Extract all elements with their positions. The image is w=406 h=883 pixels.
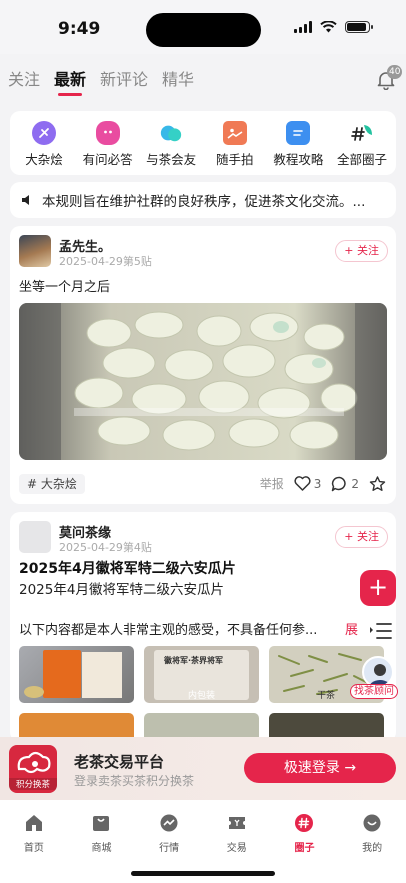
follow-button[interactable]: + 关注 xyxy=(335,240,388,262)
promo-title: 老茶交易平台 xyxy=(74,753,165,771)
thumb-label: 干茶 xyxy=(317,691,336,701)
category-label: 全部圈子 xyxy=(336,152,387,167)
photo-icon xyxy=(222,121,247,145)
tab-following[interactable]: 关注 xyxy=(8,66,40,96)
thumb-inner-pack[interactable]: 徽将军·茶界将军 内包装 xyxy=(144,646,259,703)
category-snapshots[interactable]: 随手拍 xyxy=(204,111,266,175)
nav-shop[interactable]: 商城 xyxy=(71,813,131,883)
category-all-circles[interactable]: 全部圈子 xyxy=(331,111,393,175)
nav-label: 商城 xyxy=(91,843,112,854)
speech-bubbles-icon xyxy=(159,121,183,145)
status-icons xyxy=(294,21,373,33)
category-label: 大杂烩 xyxy=(25,152,63,167)
speaker-icon xyxy=(22,195,29,205)
quick-login-button[interactable]: 极速登录 → xyxy=(244,753,396,783)
document-icon xyxy=(286,121,311,145)
tab-featured[interactable]: 精华 xyxy=(162,66,194,96)
tab-new-comments[interactable]: 新评论 xyxy=(100,66,148,96)
thumb-label: 内包装 xyxy=(188,691,216,701)
comment-count: 2 xyxy=(351,476,359,491)
topic-chip[interactable]: # 大杂烩 xyxy=(19,474,85,494)
post-subtitle: 2025年4月徽将军特二级六安瓜片 xyxy=(19,582,224,598)
tab-latest[interactable]: 最新 xyxy=(54,66,86,96)
profile-icon xyxy=(363,814,381,832)
nav-label: 我的 xyxy=(362,843,383,854)
dynamic-island xyxy=(146,13,261,47)
excerpt-text: 以下内容都是本人非常主观的感受，不具备任何参... xyxy=(19,623,318,638)
favorite-button[interactable] xyxy=(369,475,386,492)
nav-profile[interactable]: 我的 xyxy=(342,813,402,883)
follow-button[interactable]: + 关注 xyxy=(335,526,388,548)
home-indicator xyxy=(131,871,275,876)
cloud-logo-icon xyxy=(17,751,51,774)
post-actions: 举报 3 2 xyxy=(260,475,386,492)
post-card[interactable]: 莫问茶缘 2025-04-29第4贴 + 关注 2025年4月徽将军特二级六安瓜… xyxy=(10,512,396,742)
category-label: 与茶会友 xyxy=(146,152,197,167)
thumb-brand-label: 徽将军·茶界将军 xyxy=(164,656,224,665)
like-count: 3 xyxy=(313,476,322,491)
ticket-icon xyxy=(228,817,245,829)
chat-face-icon xyxy=(95,121,120,145)
rules-notice[interactable]: 本规则旨在维护社群的良好秩序，促进茶文化交流。... xyxy=(10,182,396,218)
post-card[interactable]: 孟先生。 2025-04-29第5贴 + 关注 坐等一个月之后 # 大杂烩 举报… xyxy=(10,226,396,504)
nav-home[interactable]: 首页 xyxy=(4,813,64,883)
promo-subtitle: 登录卖茶买茶积分换茶 xyxy=(74,774,195,788)
post-photo[interactable] xyxy=(19,303,387,460)
category-qa[interactable]: 有问必答 xyxy=(77,111,139,175)
category-label: 有问必答 xyxy=(82,152,133,167)
category-tea-friends[interactable]: 与茶会友 xyxy=(140,111,202,175)
post-meta: 2025-04-29第5贴 xyxy=(59,255,152,268)
post-title[interactable]: 2025年4月徽将军特二级六安瓜片 xyxy=(19,558,236,578)
battery-icon xyxy=(345,21,373,33)
avatar[interactable] xyxy=(19,235,51,267)
status-time: 9:49 xyxy=(58,19,101,39)
logo-caption: 积分换茶 xyxy=(9,778,57,790)
status-bar: 9:49 xyxy=(0,0,406,54)
heart-icon xyxy=(294,476,311,491)
home-icon xyxy=(25,815,42,831)
star-icon xyxy=(369,475,386,491)
circle-hash-icon xyxy=(295,814,314,832)
shop-icon xyxy=(93,816,110,831)
cellular-signal-icon xyxy=(294,21,312,33)
post-excerpt: 以下内容都是本人非常主观的感受，不具备任何参... xyxy=(19,619,354,638)
advisor-label: 找茶顾问 xyxy=(350,684,398,699)
thumb-tea-tin[interactable] xyxy=(19,646,134,703)
nav-label: 行情 xyxy=(159,843,180,854)
category-label: 随手拍 xyxy=(216,152,254,167)
tea-advisor[interactable]: 找茶顾问 xyxy=(350,656,404,700)
nav-label: 圈子 xyxy=(294,843,315,854)
post-text: 坐等一个月之后 xyxy=(19,280,111,295)
promo-banner: 积分换茶 老茶交易平台 登录卖茶买茶积分换茶 极速登录 → xyxy=(0,737,406,800)
post-meta: 2025-04-29第4贴 xyxy=(59,541,152,554)
app-logo: 积分换茶 xyxy=(9,745,57,793)
comment-button[interactable]: 2 xyxy=(331,476,359,492)
wifi-icon xyxy=(320,21,337,33)
planet-icon xyxy=(32,121,56,145)
photo-grid: 徽将军·茶界将军 内包装 干茶 xyxy=(19,646,384,742)
nav-label: 首页 xyxy=(23,843,44,854)
report-button[interactable]: 举报 xyxy=(260,475,284,492)
category-bar: 大杂烩 有问必答 与茶会友 随手拍 教程攻略 全部圈子 xyxy=(10,111,396,175)
category-misc[interactable]: 大杂烩 xyxy=(13,111,75,175)
list-menu-icon[interactable] xyxy=(366,618,396,644)
comment-icon xyxy=(332,476,347,491)
nav-circles[interactable]: 圈子 xyxy=(274,813,334,883)
like-button[interactable]: 3 xyxy=(294,476,322,491)
new-post-button[interactable]: + xyxy=(360,570,396,606)
nav-label: 交易 xyxy=(226,843,247,854)
notification-badge: 40 xyxy=(387,65,403,79)
avatar[interactable] xyxy=(19,521,51,553)
category-tutorials[interactable]: 教程攻略 xyxy=(267,111,329,175)
hashtag-icon xyxy=(350,121,374,145)
notice-text: 本规则旨在维护社群的良好秩序，促进茶文化交流。... xyxy=(42,194,366,210)
tea-jar-photo xyxy=(19,303,387,460)
expand-link[interactable]: 展 xyxy=(345,619,358,638)
trend-icon xyxy=(160,814,178,832)
feed-tabs: 关注 最新 新评论 精华 xyxy=(8,66,194,96)
category-label: 教程攻略 xyxy=(273,152,324,167)
